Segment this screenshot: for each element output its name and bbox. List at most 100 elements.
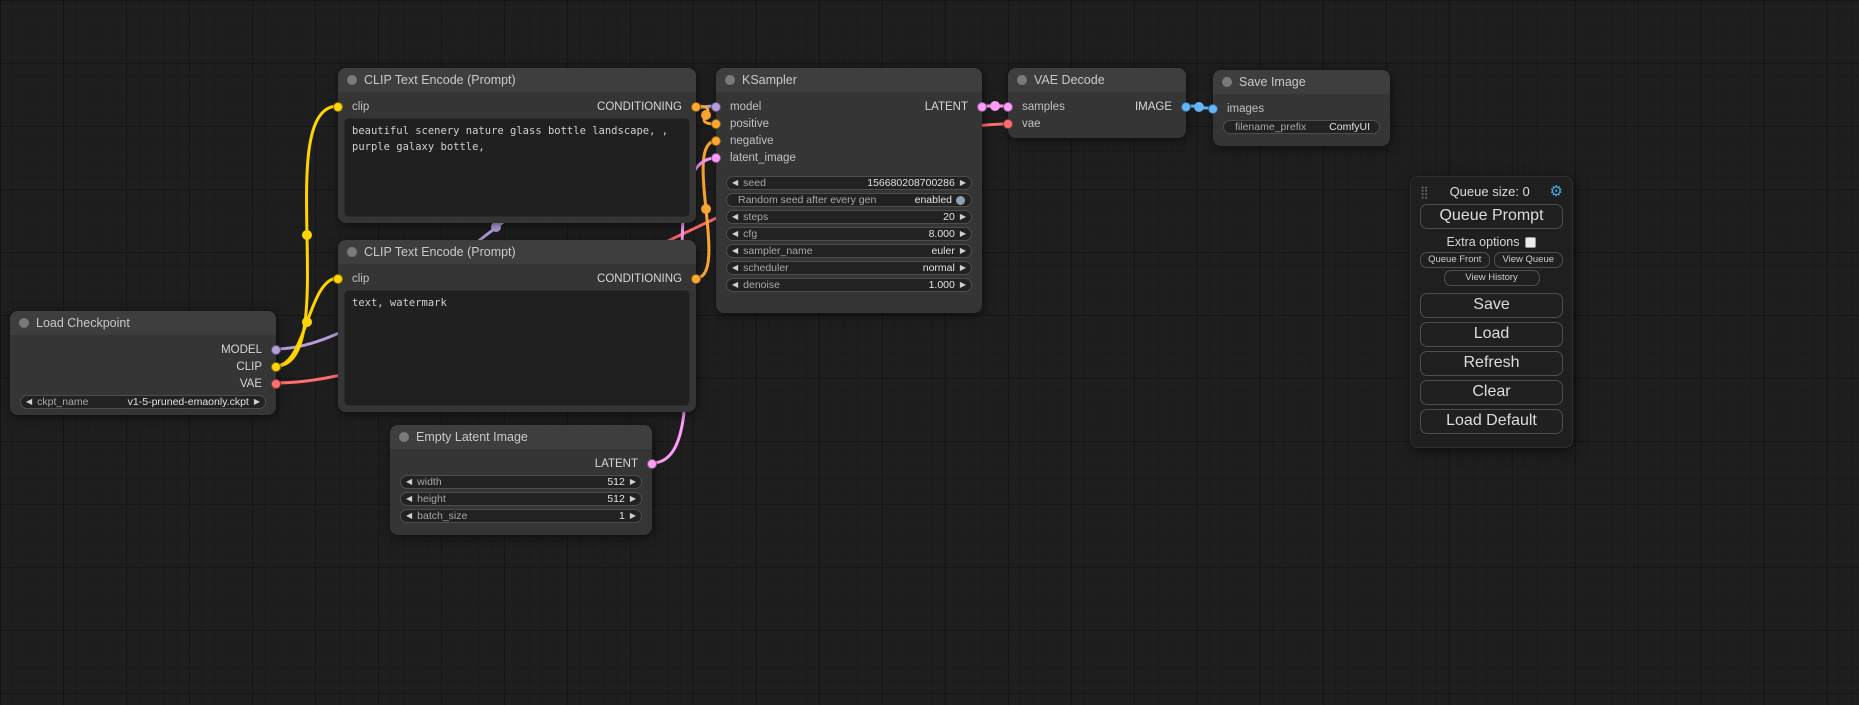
load-button[interactable]: Load [1420,322,1563,347]
positive-prompt-textarea[interactable]: beautiful scenery nature glass bottle la… [344,118,690,217]
input-slot-clip[interactable]: clip [338,98,369,115]
input-dot-images[interactable] [1208,104,1218,114]
widget-height[interactable]: ◀ height 512 ▶ [400,492,642,506]
arrow-left-icon[interactable]: ◀ [406,512,412,520]
arrow-right-icon[interactable]: ▶ [960,281,966,289]
input-slot-negative[interactable]: negative [716,132,773,149]
node-load-checkpoint-titlebar[interactable]: Load Checkpoint [10,311,276,335]
arrow-right-icon[interactable]: ▶ [960,230,966,238]
arrow-right-icon[interactable]: ▶ [630,512,636,520]
arrow-left-icon[interactable]: ◀ [406,478,412,486]
drag-handle-icon[interactable]: ⣿ [1420,185,1430,199]
widget-scheduler[interactable]: ◀ scheduler normal ▶ [726,261,972,275]
output-slot-vae[interactable]: VAE [240,375,276,392]
arrow-right-icon[interactable]: ▶ [960,247,966,255]
collapse-dot-icon[interactable] [347,247,357,257]
output-dot-vae[interactable] [271,379,281,389]
node-empty-latent-image[interactable]: Empty Latent Image LATENT ◀ width 512 ▶ … [390,425,652,535]
input-dot-model[interactable] [711,102,721,112]
refresh-button[interactable]: Refresh [1420,351,1563,376]
output-dot-latent[interactable] [977,102,987,112]
clear-button[interactable]: Clear [1420,380,1563,405]
node-clip-positive-titlebar[interactable]: CLIP Text Encode (Prompt) [338,68,696,92]
widget-ckpt-name[interactable]: ◀ ckpt_name v1-5-pruned-emaonly.ckpt ▶ [20,395,266,409]
arrow-right-icon[interactable]: ▶ [254,398,260,406]
load-default-button[interactable]: Load Default [1420,409,1563,434]
widget-seed[interactable]: ◀ seed 156680208700286 ▶ [726,176,972,190]
output-dot-conditioning[interactable] [691,274,701,284]
collapse-dot-icon[interactable] [725,75,735,85]
negative-prompt-textarea[interactable]: text, watermark [344,290,690,406]
input-dot-negative[interactable] [711,136,721,146]
output-slot-conditioning[interactable]: CONDITIONING [597,98,696,115]
widget-random-seed-toggle[interactable]: Random seed after every gen enabled [726,193,972,207]
view-queue-button[interactable]: View Queue [1494,252,1564,268]
input-dot-latent-image[interactable] [711,153,721,163]
arrow-right-icon[interactable]: ▶ [960,213,966,221]
arrow-right-icon[interactable]: ▶ [960,264,966,272]
output-dot-image[interactable] [1181,102,1191,112]
view-history-button[interactable]: View History [1444,270,1540,286]
input-dot-clip[interactable] [333,274,343,284]
input-slot-clip[interactable]: clip [338,270,369,287]
arrow-left-icon[interactable]: ◀ [732,264,738,272]
arrow-left-icon[interactable]: ◀ [732,247,738,255]
collapse-dot-icon[interactable] [19,318,29,328]
wire-clip-negative-midpoint[interactable] [302,317,312,327]
wire-positive-midpoint[interactable] [701,110,711,120]
output-slot-model[interactable]: MODEL [221,341,276,358]
collapse-dot-icon[interactable] [399,432,409,442]
output-dot-latent[interactable] [647,459,657,469]
arrow-left-icon[interactable]: ◀ [406,495,412,503]
save-button[interactable]: Save [1420,293,1563,318]
wire-model-midpoint[interactable] [491,222,501,232]
arrow-right-icon[interactable]: ▶ [630,478,636,486]
widget-width[interactable]: ◀ width 512 ▶ [400,475,642,489]
widget-filename-prefix[interactable]: filename_prefix ComfyUI [1223,120,1380,134]
input-dot-vae[interactable] [1003,119,1013,129]
wire-samples-midpoint[interactable] [990,101,1000,111]
toggle-indicator-icon[interactable] [956,196,965,205]
input-slot-samples[interactable]: samples [1008,98,1065,115]
node-clip-negative-titlebar[interactable]: CLIP Text Encode (Prompt) [338,240,696,264]
output-slot-image[interactable]: IMAGE [1135,98,1186,115]
arrow-left-icon[interactable]: ◀ [732,213,738,221]
widget-cfg[interactable]: ◀ cfg 8.000 ▶ [726,227,972,241]
node-vae-decode[interactable]: VAE Decode samples IMAGE vae [1008,68,1186,138]
widget-sampler-name[interactable]: ◀ sampler_name euler ▶ [726,244,972,258]
queue-front-button[interactable]: Queue Front [1420,252,1490,268]
node-ksampler[interactable]: KSampler model LATENT positive [716,68,982,313]
collapse-dot-icon[interactable] [1222,77,1232,87]
node-clip-text-encode-positive[interactable]: CLIP Text Encode (Prompt) clip CONDITION… [338,68,696,223]
arrow-right-icon[interactable]: ▶ [960,179,966,187]
node-save-image-titlebar[interactable]: Save Image [1213,70,1390,94]
arrow-left-icon[interactable]: ◀ [732,230,738,238]
arrow-left-icon[interactable]: ◀ [732,179,738,187]
input-slot-images[interactable]: images [1213,100,1264,117]
extra-options-checkbox[interactable] [1525,237,1536,248]
input-slot-vae[interactable]: vae [1008,115,1041,132]
output-slot-clip[interactable]: CLIP [236,358,276,375]
wire-negative-midpoint[interactable] [701,204,711,214]
node-clip-text-encode-negative[interactable]: CLIP Text Encode (Prompt) clip CONDITION… [338,240,696,412]
node-empty-latent-titlebar[interactable]: Empty Latent Image [390,425,652,449]
queue-prompt-button[interactable]: Queue Prompt [1420,204,1563,229]
node-vae-decode-titlebar[interactable]: VAE Decode [1008,68,1186,92]
arrow-left-icon[interactable]: ◀ [732,281,738,289]
collapse-dot-icon[interactable] [347,75,357,85]
node-graph-canvas[interactable]: Load Checkpoint MODEL CLIP VAE [0,0,1859,705]
output-slot-latent[interactable]: LATENT [595,455,652,472]
input-slot-latent-image[interactable]: latent_image [716,149,796,166]
queue-panel[interactable]: ⣿ Queue size: 0 ⚙ Queue Prompt Extra opt… [1410,176,1573,448]
input-slot-model[interactable]: model [716,98,761,115]
wire-images-midpoint[interactable] [1194,102,1204,112]
wire-clip-positive-midpoint[interactable] [302,230,312,240]
output-slot-latent[interactable]: LATENT [925,98,982,115]
arrow-left-icon[interactable]: ◀ [26,398,32,406]
widget-denoise[interactable]: ◀ denoise 1.000 ▶ [726,278,972,292]
collapse-dot-icon[interactable] [1017,75,1027,85]
output-dot-conditioning[interactable] [691,102,701,112]
input-dot-clip[interactable] [333,102,343,112]
widget-steps[interactable]: ◀ steps 20 ▶ [726,210,972,224]
node-load-checkpoint[interactable]: Load Checkpoint MODEL CLIP VAE [10,311,276,415]
